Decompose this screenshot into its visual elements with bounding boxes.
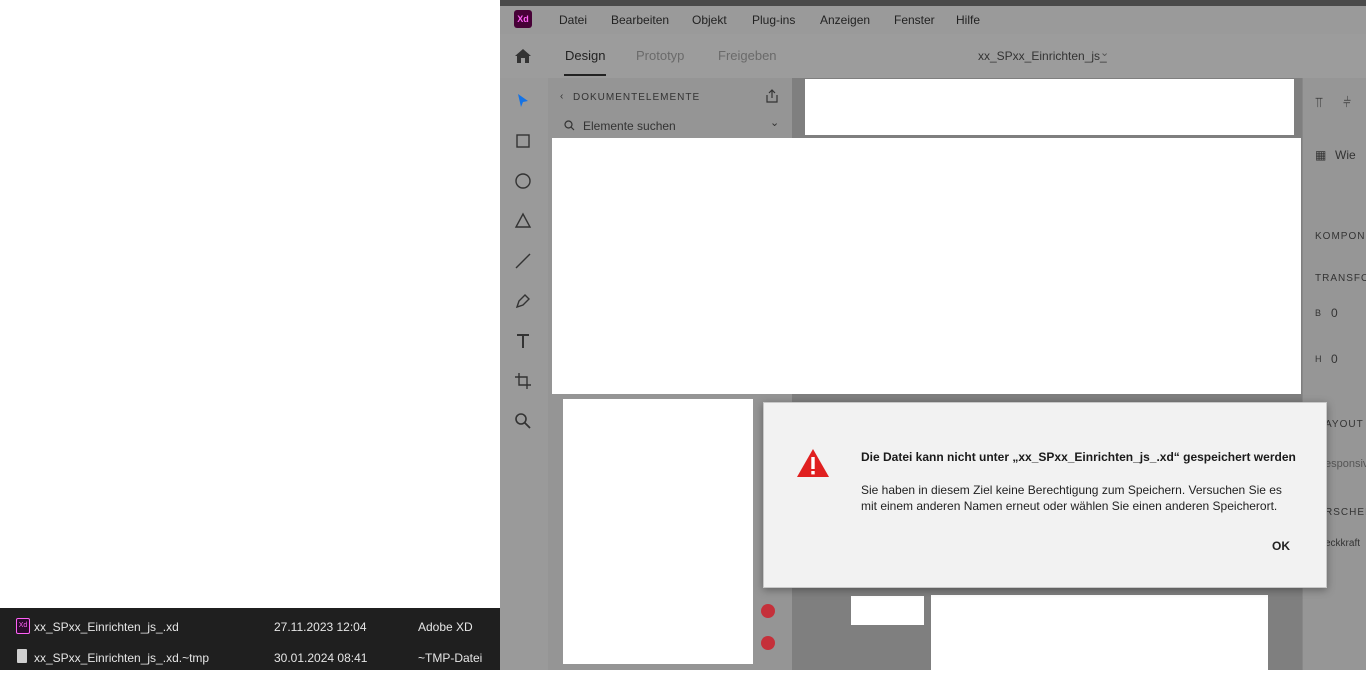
file-name: xx_SPxx_Einrichten_js_.xd [34, 620, 179, 634]
menu-bearbeiten[interactable]: Bearbeiten [611, 13, 669, 27]
menu-hilfe[interactable]: Hilfe [956, 13, 980, 27]
file-row-xd[interactable]: Xd xx_SPxx_Einrichten_js_.xd 27.11.2023 … [0, 612, 500, 643]
file-date: 27.11.2023 12:04 [274, 620, 367, 634]
width-label: B [1315, 308, 1322, 318]
rectangle-tool-icon[interactable] [513, 131, 533, 151]
link-icon[interactable] [761, 636, 775, 650]
pen-tool-icon[interactable] [513, 291, 533, 311]
link-icon[interactable] [761, 604, 775, 618]
redacted-area [805, 79, 1294, 135]
search-icon [564, 120, 575, 131]
tab-design[interactable]: Design [565, 48, 605, 63]
transform-section: TRANSFOR [1315, 273, 1366, 284]
chevron-down-icon[interactable]: ⌄ [1100, 46, 1109, 59]
chevron-down-icon[interactable]: ⌄ [770, 116, 779, 129]
warning-icon [797, 449, 829, 477]
document-title[interactable]: xx_SPxx_Einrichten_js_ [978, 49, 1107, 63]
mode-tabbar: Design Prototyp Freigeben xx_SPxx_Einric… [500, 34, 1366, 79]
menu-plugins[interactable]: Plug-ins [752, 13, 795, 27]
components-section: KOMPONE [1315, 231, 1366, 242]
tab-freigeben[interactable]: Freigeben [718, 48, 777, 63]
home-icon[interactable] [514, 48, 532, 64]
redacted-area [851, 596, 924, 625]
align-top-icon[interactable]: ⫪ [1315, 94, 1323, 111]
zoom-tool-icon[interactable] [513, 411, 533, 431]
file-name: xx_SPxx_Einrichten_js_.xd.~tmp [34, 651, 210, 665]
grid-icon[interactable]: ▦ [1315, 148, 1326, 162]
line-tool-icon[interactable] [513, 251, 533, 271]
menu-datei[interactable]: Datei [559, 13, 587, 27]
file-explorer-list: Xd xx_SPxx_Einrichten_js_.xd 27.11.2023 … [0, 608, 500, 670]
tmp-file-icon [17, 649, 27, 663]
dialog-message: Sie haben in diesem Ziel keine Berechtig… [861, 483, 1282, 513]
opacity-label: eckkraft [1325, 538, 1361, 549]
export-icon[interactable] [764, 88, 780, 104]
align-middle-icon[interactable]: ⫩ [1343, 94, 1351, 111]
menu-objekt[interactable]: Objekt [692, 13, 727, 27]
xd-logo: Xd [514, 10, 532, 28]
appearance-section: RSCHEIN [1325, 507, 1366, 518]
layer-search-input[interactable]: Elemente suchen [583, 119, 676, 133]
redacted-area [552, 138, 1301, 394]
redacted-area [931, 595, 1268, 670]
layers-header: DOKUMENTELEMENTE [573, 92, 701, 103]
file-type: Adobe XD [418, 620, 473, 634]
polygon-tool-icon[interactable] [513, 211, 533, 231]
text-tool-icon[interactable] [513, 331, 533, 351]
tab-prototyp[interactable]: Prototyp [636, 48, 684, 63]
ok-button[interactable]: OK [1272, 539, 1290, 553]
menu-anzeigen[interactable]: Anzeigen [820, 13, 870, 27]
ellipse-tool-icon[interactable] [513, 171, 533, 191]
menubar: Xd Datei Bearbeiten Objekt Plug-ins Anze… [500, 6, 1366, 34]
height-label: H [1315, 354, 1322, 364]
repeat-grid-label[interactable]: Wie [1335, 148, 1356, 162]
height-input[interactable]: 0 [1331, 352, 1338, 366]
select-tool-icon[interactable] [513, 91, 533, 111]
save-error-dialog: Die Datei kann nicht unter „xx_SPxx_Einr… [763, 402, 1327, 588]
responsive-toggle[interactable]: esponsiv [1325, 458, 1366, 470]
layout-section: AYOUT [1325, 419, 1364, 430]
file-type: ~TMP-Datei [418, 651, 483, 665]
active-tab-indicator [564, 74, 606, 76]
dialog-title: Die Datei kann nicht unter „xx_SPxx_Einr… [861, 450, 1296, 464]
redacted-area [563, 399, 753, 664]
width-input[interactable]: 0 [1331, 306, 1338, 320]
chevron-left-icon[interactable]: ‹ [560, 91, 563, 102]
xd-file-icon: Xd [16, 618, 30, 634]
artboard-tool-icon[interactable] [513, 371, 533, 391]
tool-bar [500, 78, 548, 670]
menu-fenster[interactable]: Fenster [894, 13, 935, 27]
file-date: 30.01.2024 08:41 [274, 651, 368, 665]
file-row-tmp[interactable]: xx_SPxx_Einrichten_js_.xd.~tmp 30.01.202… [0, 643, 500, 674]
